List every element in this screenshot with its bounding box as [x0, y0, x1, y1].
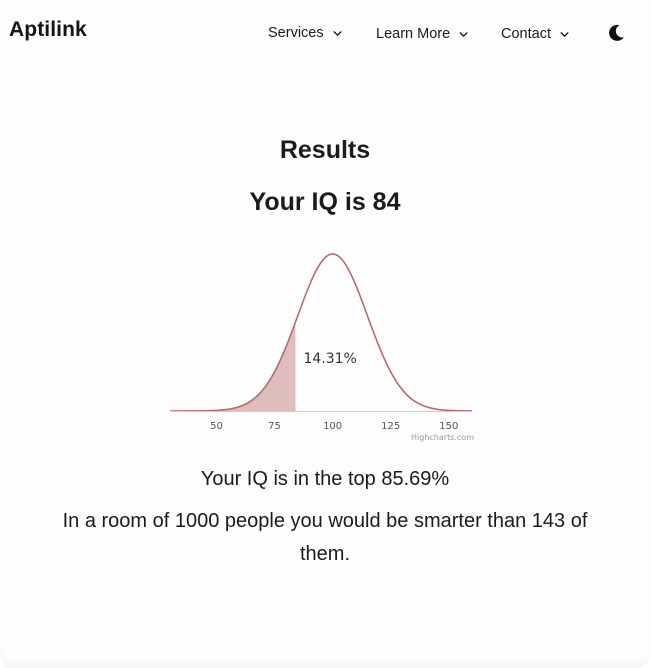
- nav-contact-label: Contact: [501, 26, 551, 42]
- shaded-percent-label: 14.31%: [303, 351, 356, 367]
- chevron-down-icon: [459, 31, 468, 37]
- x-tick-label: 125: [381, 421, 400, 432]
- iq-distribution-chart: 50 75 100 125 150 14.31% Highcharts.com: [170, 253, 474, 442]
- x-tick-label: 75: [268, 421, 281, 432]
- nav-services[interactable]: Services: [268, 25, 343, 41]
- top-nav: Aptilink Services Learn More Contact: [0, 0, 650, 64]
- x-tick-label: 50: [210, 421, 223, 432]
- results-heading: Results: [279, 136, 371, 164]
- nav-learn-more-label: Learn More: [376, 26, 451, 42]
- room-comparison-text: In a room of 1000 people you would be sm…: [62, 510, 588, 565]
- moon-icon[interactable]: [605, 22, 627, 44]
- iq-score-heading: Your IQ is 84: [249, 188, 401, 216]
- percentile-summary: Your IQ is in the top 85.69%: [200, 468, 450, 490]
- nav-learn-more[interactable]: Learn More: [376, 26, 469, 42]
- nav-contact[interactable]: Contact: [501, 26, 570, 42]
- nav-services-label: Services: [268, 25, 324, 41]
- chart-credit: Highcharts.com: [411, 433, 474, 442]
- brand-logo[interactable]: Aptilink: [9, 18, 87, 42]
- distribution-curve: [170, 253, 473, 412]
- chevron-down-icon: [333, 30, 342, 36]
- x-tick-label: 100: [323, 421, 342, 432]
- chevron-down-icon: [560, 31, 569, 37]
- x-tick-label: 150: [439, 421, 458, 432]
